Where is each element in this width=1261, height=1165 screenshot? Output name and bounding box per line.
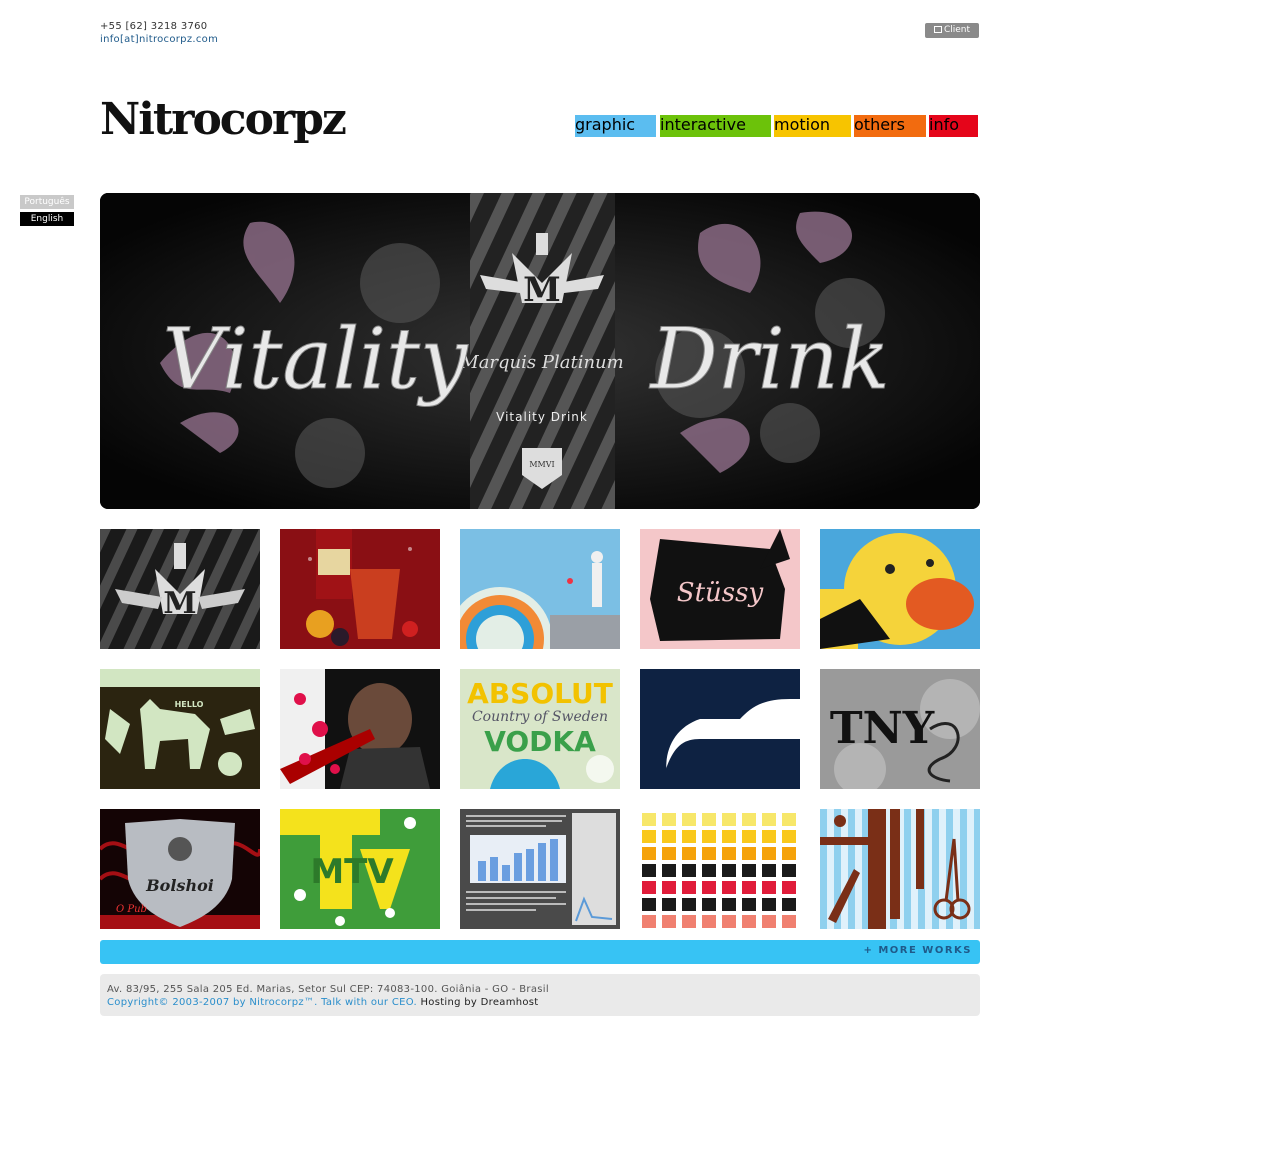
footer: Av. 83/95, 255 Sala 205 Ed. Marias, Seto… [100, 974, 980, 1016]
nav-info[interactable]: info [929, 115, 978, 137]
lang-english[interactable]: English [20, 212, 74, 226]
thumb-bolshoi-pub[interactable]: Bolshoi O Pub [100, 809, 260, 929]
hosting-link[interactable]: Hosting by Dreamhost [420, 997, 538, 1008]
footer-links: Copyright© 2003-2007 by Nitrocorpz™. Tal… [107, 996, 539, 1009]
phone-number: +55 [62] 3218 3760 [100, 21, 208, 32]
lock-icon [933, 26, 942, 33]
hero-banner[interactable]: M Marquis Platinum Vitality Drink MMVI V… [100, 193, 980, 509]
nav-motion[interactable]: motion [774, 115, 851, 137]
thumb-tools-pattern[interactable] [820, 809, 980, 929]
thumb-color-grid[interactable] [640, 809, 800, 929]
more-works-bar[interactable]: + MORE WORKS [100, 940, 980, 964]
nav-interactive[interactable]: interactive [660, 115, 771, 137]
svg-text:Drink: Drink [648, 310, 889, 408]
thumb-tny[interactable]: TNY [820, 669, 980, 789]
svg-text:MTV: MTV [310, 852, 394, 892]
client-button-label: Client [943, 25, 971, 35]
svg-text:Bolshoi: Bolshoi [145, 876, 214, 895]
svg-text:Vitality Drink: Vitality Drink [496, 410, 588, 424]
thumb-circles-figure[interactable] [460, 529, 620, 649]
thumb-deer-hello[interactable]: HELLO [100, 669, 260, 789]
thumb-bb-king[interactable] [280, 669, 440, 789]
thumb-absolut-vodka[interactable]: ABSOLUT Country of Sweden VODKA [460, 669, 620, 789]
thumb-yellow-duck[interactable] [820, 529, 980, 649]
lang-portugues[interactable]: Português [20, 195, 74, 209]
thumb-navy-logo[interactable] [640, 669, 800, 789]
nav-graphic[interactable]: graphic [575, 115, 656, 137]
svg-text:Marquis Platinum: Marquis Platinum [459, 352, 623, 373]
client-login-button[interactable]: Client [925, 23, 979, 38]
email-link[interactable]: info[at]nitrocorpz.com [100, 33, 218, 46]
thumb-stussy[interactable]: Stüssy [640, 529, 800, 649]
svg-text:Stüssy: Stüssy [677, 578, 764, 608]
nav-others[interactable]: others [854, 115, 926, 137]
thumb-bar-chart-doc[interactable] [460, 809, 620, 929]
site-logo[interactable]: Nitrocorpz [100, 92, 347, 148]
thumb-marquis-platinum[interactable]: M [100, 529, 260, 649]
copyright-text: Copyright© 2003-2007 by Nitrocorpz™. [107, 997, 318, 1008]
svg-text:TNY: TNY [830, 703, 935, 754]
svg-text:MMVI: MMVI [529, 460, 554, 469]
svg-text:HELLO: HELLO [175, 700, 204, 709]
hero-art: M Marquis Platinum Vitality Drink MMVI V… [100, 193, 980, 509]
svg-text:O Pub: O Pub [116, 904, 147, 915]
svg-text:ABSOLUT: ABSOLUT [467, 677, 613, 710]
svg-text:Vitality: Vitality [163, 310, 469, 408]
svg-text:Country of Sweden: Country of Sweden [472, 709, 608, 725]
svg-text:M: M [523, 270, 561, 310]
more-works-link[interactable]: + MORE WORKS [863, 945, 972, 956]
ceo-link[interactable]: Talk with our CEO. [321, 997, 417, 1008]
thumb-red-label[interactable] [280, 529, 440, 649]
contact-info: +55 [62] 3218 3760 info[at]nitrocorpz.co… [100, 20, 218, 46]
thumb-mtv[interactable]: MTV [280, 809, 440, 929]
footer-address: Av. 83/95, 255 Sala 205 Ed. Marias, Seto… [107, 984, 549, 995]
svg-text:VODKA: VODKA [484, 725, 596, 758]
svg-text:M: M [163, 586, 196, 621]
